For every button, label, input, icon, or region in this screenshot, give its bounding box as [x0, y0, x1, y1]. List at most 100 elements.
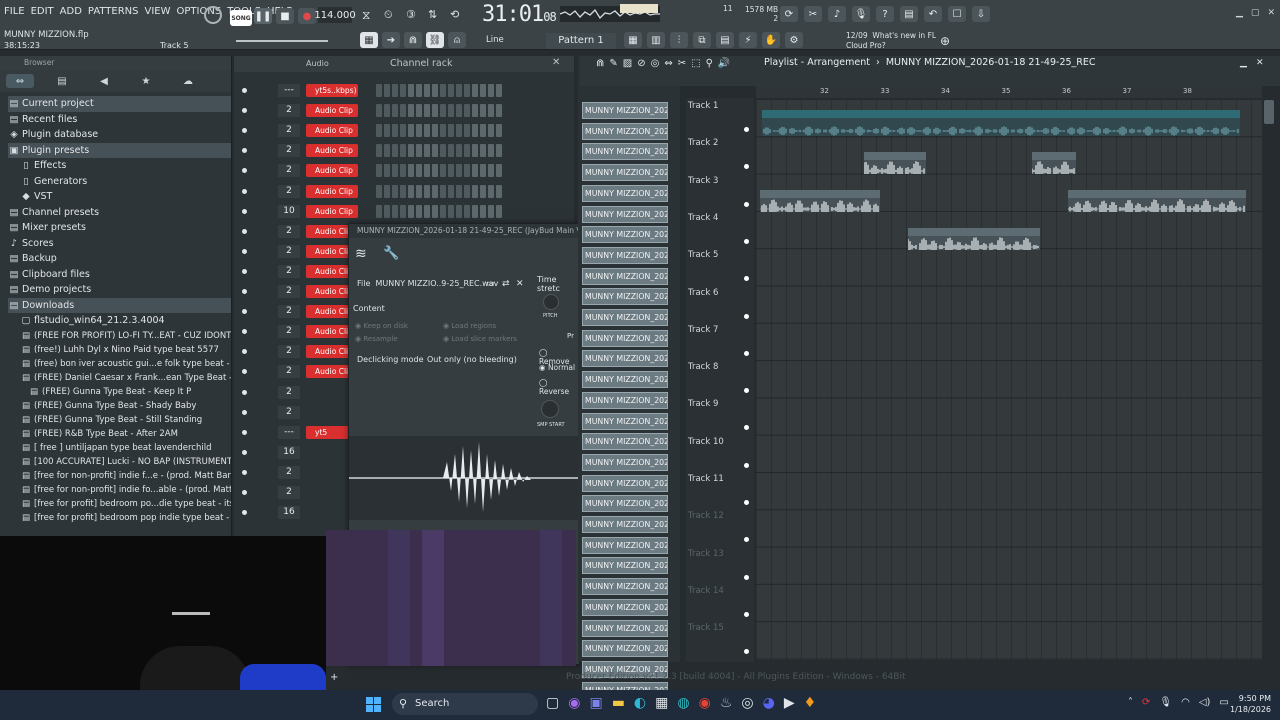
playlist-scrollbar[interactable]: [1264, 100, 1274, 124]
browser-file[interactable]: ▤ (FREE) Gunna Type Beat - Shady Baby: [8, 399, 231, 413]
channel-led[interactable]: [242, 449, 247, 455]
browser-item[interactable]: ▤ Backup: [8, 251, 231, 267]
source-clip[interactable]: MUNNY MIZZION_2026-0: [582, 143, 668, 161]
discord-icon[interactable]: ◕: [763, 695, 775, 711]
load-slice-markers[interactable]: ◉ Load slice markers: [443, 335, 517, 343]
step-sequencer[interactable]: [376, 144, 502, 158]
track-mute-led[interactable]: [744, 388, 749, 394]
wait-icon[interactable]: ⏲: [384, 8, 393, 22]
mixer-channel[interactable]: [388, 530, 410, 666]
channel-mixer-track[interactable]: 16: [278, 506, 300, 520]
browser-file[interactable]: ▤ (FREE FOR PROFIT) LO-FI TY...EAT - CUZ …: [8, 329, 231, 343]
playback-icon[interactable]: 🔊: [718, 58, 730, 69]
audio-clip[interactable]: MUNN..._REC: [1032, 152, 1076, 174]
track-mute-led[interactable]: [744, 164, 749, 170]
channel-mixer-track[interactable]: 2: [278, 405, 300, 419]
song-mode-toggle[interactable]: SONG: [230, 10, 252, 26]
channel-led[interactable]: [242, 490, 247, 495]
metronome-icon[interactable]: ⧖: [362, 8, 370, 23]
mic-icon[interactable]: 🎙: [852, 6, 870, 22]
mixer-channel[interactable]: [540, 530, 562, 666]
source-clip[interactable]: MUNNY MIZZION_2026-0: [582, 288, 668, 306]
blend-icon[interactable]: ⇅: [428, 8, 437, 21]
stop-button[interactable]: ■: [276, 8, 294, 24]
minimize-icon[interactable]: ▁: [1236, 8, 1243, 18]
browser-file[interactable]: ▤ [100 ACCURATE] Lucki - NO BAP (INSTRUME…: [8, 455, 231, 469]
tray-clock[interactable]: 9:50 PM 1/18/2026: [1230, 693, 1271, 715]
channel-mixer-track[interactable]: 2: [278, 124, 300, 138]
channel-led[interactable]: [242, 429, 247, 435]
source-clip[interactable]: MUNNY MIZZION_2026-0: [582, 578, 668, 596]
waveform-icon[interactable]: ≋: [355, 246, 367, 262]
channel-mixer-track[interactable]: 2: [278, 144, 300, 158]
browser-item[interactable]: ◈ Plugin database: [8, 127, 231, 143]
menu-patterns[interactable]: PATTERNS: [88, 6, 139, 17]
help-icon[interactable]: ?: [876, 6, 894, 22]
track-name[interactable]: Track 12: [688, 511, 724, 521]
source-clip[interactable]: MUNNY MIZZION_2026-0: [582, 371, 668, 389]
pattern-selector[interactable]: Pattern 1: [546, 33, 616, 49]
browser-star-tab[interactable]: ★: [132, 74, 160, 88]
track-name[interactable]: Track 6: [688, 288, 718, 298]
fx-icon[interactable]: ⚙: [785, 32, 803, 48]
browser-item[interactable]: ▤ Current project: [8, 96, 231, 112]
reload-icon[interactable]: ⇄: [502, 279, 510, 289]
explorer-icon[interactable]: ▬: [612, 695, 625, 711]
browser-files-tab[interactable]: ▤: [48, 74, 76, 88]
globe-icon[interactable]: ⊕: [940, 34, 950, 48]
track-name[interactable]: Track 8: [688, 362, 718, 372]
source-clip[interactable]: MUNNY MIZZION_2026-0: [582, 557, 668, 575]
select-icon[interactable]: ⬚: [691, 58, 700, 69]
track-mute-led[interactable]: [744, 350, 749, 356]
channel-row[interactable]: 2 Audio Clip: [234, 142, 574, 159]
channel-mixer-track[interactable]: 2: [278, 465, 300, 479]
mixer-icon[interactable]: ⫶: [670, 32, 688, 48]
source-clip[interactable]: MUNNY MIZZION_2026-0: [582, 122, 668, 140]
channel-led[interactable]: [242, 88, 247, 93]
audio-clip[interactable]: MUNNY MIZZION_2...18 21-45-38_REC: [760, 190, 880, 212]
slice-icon[interactable]: ✂: [678, 58, 686, 69]
track-mute-led[interactable]: [744, 574, 749, 580]
channel-mixer-track[interactable]: 2: [278, 264, 300, 278]
app-icon[interactable]: ◍: [677, 695, 689, 711]
channel-led[interactable]: [242, 369, 247, 375]
channel-name[interactable]: Audio Clip: [306, 124, 358, 138]
resample[interactable]: ◉ Resample: [355, 335, 398, 343]
track-name[interactable]: Track 13: [688, 549, 724, 559]
obs-icon[interactable]: ◎: [741, 695, 753, 711]
step-sequencer[interactable]: [376, 84, 502, 97]
track-name[interactable]: Track 9: [688, 399, 718, 409]
pause-button[interactable]: ❚❚: [254, 8, 272, 24]
delete-icon[interactable]: ⊘: [637, 58, 645, 69]
track-mute-led[interactable]: [744, 276, 749, 282]
channel-led[interactable]: [242, 268, 247, 274]
browser-item[interactable]: ▤ Demo projects: [8, 282, 231, 298]
battery-icon[interactable]: ▭: [1219, 697, 1228, 708]
channel-mixer-track[interactable]: 2: [278, 325, 300, 339]
browser-file[interactable]: ▤ [free for non-profit] indie fo...able -…: [8, 483, 231, 497]
mic-tray-icon[interactable]: 🎙: [1159, 697, 1172, 708]
channel-mixer-track[interactable]: ---: [278, 84, 300, 97]
channel-mixer-track[interactable]: 2: [278, 365, 300, 379]
master-volume[interactable]: [236, 40, 328, 42]
channel-led[interactable]: [242, 329, 247, 335]
channel-led[interactable]: [242, 108, 247, 114]
channel-name[interactable]: Audio Clip: [306, 184, 358, 198]
track-name[interactable]: Track 4: [688, 213, 718, 223]
source-clip[interactable]: MUNNY MIZZION_2026-0: [582, 102, 668, 119]
channel-led[interactable]: [242, 168, 247, 174]
player-icon[interactable]: ▶: [784, 695, 795, 711]
news-panel[interactable]: 12/09 What's new in FL Cloud Pro?: [846, 31, 936, 51]
channel-row[interactable]: 2 Audio Clip: [234, 122, 574, 139]
track-name[interactable]: Track 1: [688, 101, 718, 111]
channel-mixer-track[interactable]: 2: [278, 345, 300, 359]
track-name[interactable]: Track 14: [688, 586, 724, 596]
reverse-option[interactable]: ◯ Reverse: [539, 378, 579, 396]
browser-cloud-tab[interactable]: ☁: [174, 74, 202, 88]
playlist-view-icon[interactable]: ▦: [360, 32, 378, 48]
wifi-icon[interactable]: ◠: [1181, 697, 1190, 708]
browser-plugins-tab[interactable]: ◀: [90, 74, 118, 88]
channel-mixer-track[interactable]: 2: [278, 285, 300, 298]
browser-file[interactable]: ▤ [free for profit] bedroom po...die type…: [8, 497, 231, 511]
track-name[interactable]: Track 10: [688, 437, 724, 447]
